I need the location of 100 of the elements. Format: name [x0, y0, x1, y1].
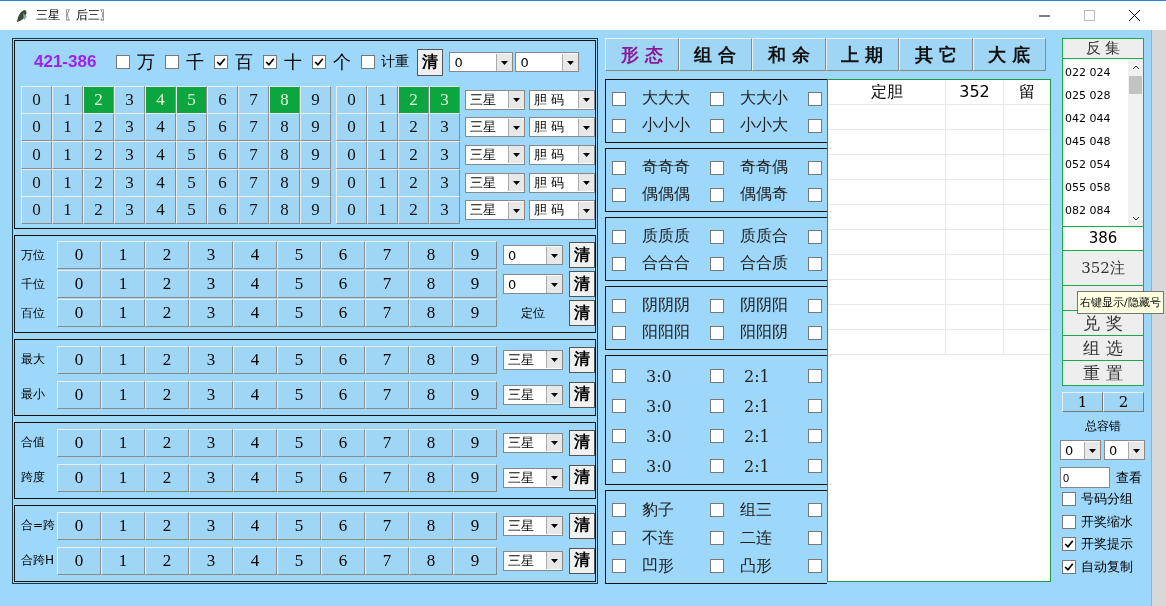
digit-button[interactable]: 7 — [238, 168, 269, 197]
digit-button[interactable]: 2 — [145, 345, 189, 374]
digit-button[interactable]: 2 — [398, 113, 429, 142]
digit-button[interactable]: 5 — [176, 113, 207, 142]
digit-button[interactable]: 7 — [238, 196, 269, 225]
digit-button[interactable]: 1 — [52, 113, 83, 142]
digit-button[interactable]: 0 — [57, 511, 101, 540]
digit-button[interactable]: 0 — [21, 141, 52, 169]
digit-button[interactable]: 9 — [300, 196, 331, 225]
digit-button[interactable]: 4 — [233, 463, 277, 492]
digit-button[interactable]: 9 — [300, 85, 331, 114]
digit-button[interactable]: 6 — [321, 428, 365, 457]
digit-button[interactable]: 7 — [365, 241, 409, 270]
count-button[interactable]: 352注 — [1062, 251, 1144, 286]
digit-button[interactable]: 8 — [409, 270, 453, 299]
checkbox[interactable] — [612, 503, 626, 517]
dropdown[interactable]: 三星 — [503, 432, 563, 453]
digit-button[interactable]: 9 — [453, 380, 497, 409]
digit-button[interactable]: 3 — [429, 113, 460, 142]
digit-button[interactable]: 8 — [269, 196, 300, 225]
checkbox[interactable] — [612, 559, 626, 573]
digit-button[interactable]: 7 — [365, 428, 409, 457]
digit-button[interactable]: 0 — [336, 113, 367, 142]
checkbox[interactable] — [263, 55, 278, 69]
checkbox[interactable] — [312, 55, 327, 69]
digit-button[interactable]: 2 — [83, 196, 114, 225]
dropdown[interactable]: 胆 码 — [529, 89, 595, 110]
digit-button[interactable]: 7 — [365, 511, 409, 540]
digit-button[interactable]: 0 — [21, 196, 52, 225]
digit-button[interactable]: 6 — [207, 113, 238, 142]
dropdown[interactable]: 三星 — [465, 145, 525, 165]
checkbox[interactable] — [808, 298, 822, 313]
digit-button[interactable]: 6 — [207, 141, 238, 169]
dropdown[interactable]: 0 — [515, 52, 580, 72]
digit-button[interactable]: 2 — [145, 546, 189, 575]
checkbox[interactable] — [1062, 514, 1076, 529]
digit-button[interactable]: 1 — [367, 196, 398, 225]
digit-button[interactable]: 2 — [145, 380, 189, 409]
lookup-field[interactable]: 0 — [1060, 467, 1110, 488]
digit-button[interactable]: 3 — [189, 299, 233, 328]
digit-button[interactable]: 6 — [207, 168, 238, 197]
checkbox[interactable] — [710, 91, 724, 106]
digit-button[interactable]: 1 — [101, 511, 145, 540]
digit-button[interactable]: 7 — [365, 380, 409, 409]
checkbox[interactable] — [1062, 492, 1076, 507]
digit-button[interactable]: 2 — [398, 168, 429, 197]
digit-button[interactable]: 1 — [367, 168, 398, 197]
digit-button[interactable]: 1 — [367, 141, 398, 169]
digit-button[interactable]: 7 — [238, 113, 269, 142]
digit-button[interactable]: 4 — [233, 428, 277, 457]
digit-button[interactable]: 0 — [57, 380, 101, 409]
digit-button[interactable]: 9 — [453, 546, 497, 575]
scroll-down-icon[interactable] — [1130, 215, 1141, 223]
digit-button[interactable]: 7 — [365, 463, 409, 492]
checkbox[interactable] — [612, 429, 626, 443]
list-item[interactable]: 022 024 — [1065, 61, 1128, 84]
digit-button[interactable]: 0 — [21, 168, 52, 197]
checkbox[interactable] — [710, 298, 724, 313]
checkbox[interactable] — [612, 187, 626, 202]
digit-button[interactable]: 0 — [57, 299, 101, 328]
digit-button[interactable]: 0 — [21, 85, 52, 114]
digit-button[interactable]: 2 — [83, 168, 114, 197]
checkbox[interactable] — [710, 559, 724, 573]
action-button[interactable]: 组 选 — [1062, 336, 1144, 361]
digit-button[interactable]: 0 — [336, 168, 367, 197]
dropdown[interactable]: 胆 码 — [529, 172, 595, 193]
digit-button[interactable]: 3 — [189, 546, 233, 575]
digit-button[interactable]: 2 — [145, 463, 189, 492]
dropdown[interactable]: 三星 — [503, 515, 563, 536]
digit-button[interactable]: 8 — [409, 546, 453, 575]
digit-button[interactable]: 7 — [238, 141, 269, 169]
digit-button[interactable]: 2 — [145, 511, 189, 540]
checkbox[interactable] — [710, 187, 724, 202]
digit-button[interactable]: 7 — [365, 270, 409, 299]
checkbox[interactable] — [1062, 559, 1076, 574]
digit-button[interactable]: 8 — [269, 168, 300, 197]
clear-button[interactable]: 清 — [569, 271, 595, 298]
lookup-link[interactable]: 查看 — [1116, 468, 1142, 487]
dropdown[interactable]: 三星 — [503, 467, 563, 488]
digit-button[interactable]: 8 — [409, 511, 453, 540]
checkbox[interactable] — [612, 531, 626, 545]
clear-button[interactable]: 清 — [569, 429, 595, 456]
digit-button[interactable]: 0 — [336, 141, 367, 169]
digit-button[interactable]: 3 — [189, 463, 233, 492]
tab[interactable]: 上 期 — [825, 38, 899, 71]
clear-button[interactable]: 清 — [569, 242, 595, 269]
digit-button[interactable]: 5 — [277, 299, 321, 328]
digit-button[interactable]: 5 — [277, 511, 321, 540]
checkbox[interactable] — [710, 429, 724, 443]
checkbox[interactable] — [361, 55, 376, 69]
digit-button[interactable]: 2 — [83, 141, 114, 169]
checkbox[interactable] — [612, 118, 626, 133]
checkbox[interactable] — [808, 229, 822, 244]
digit-button[interactable]: 1 — [101, 345, 145, 374]
checkbox[interactable] — [1062, 537, 1076, 552]
list-item[interactable]: 042 044 — [1065, 107, 1128, 130]
checkbox[interactable] — [612, 91, 626, 106]
clear-button[interactable]: 清 — [569, 300, 595, 327]
digit-button[interactable]: 2 — [398, 141, 429, 169]
checkbox[interactable] — [808, 399, 822, 413]
